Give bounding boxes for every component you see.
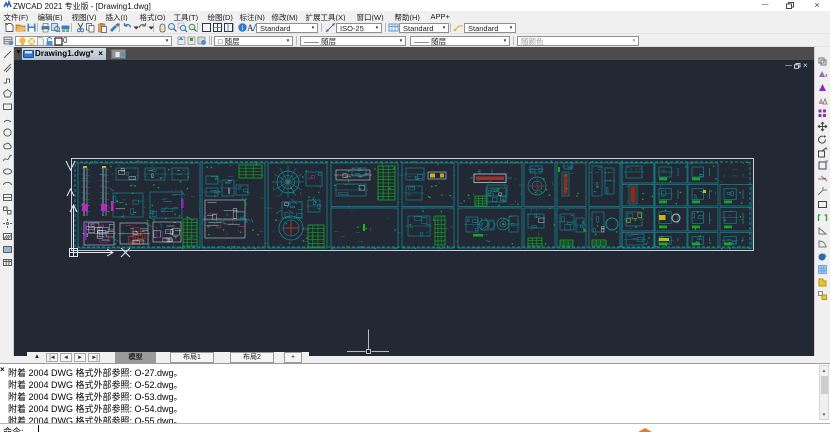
svg-text:i: i xyxy=(242,24,244,32)
svg-text:A: A xyxy=(247,23,254,33)
